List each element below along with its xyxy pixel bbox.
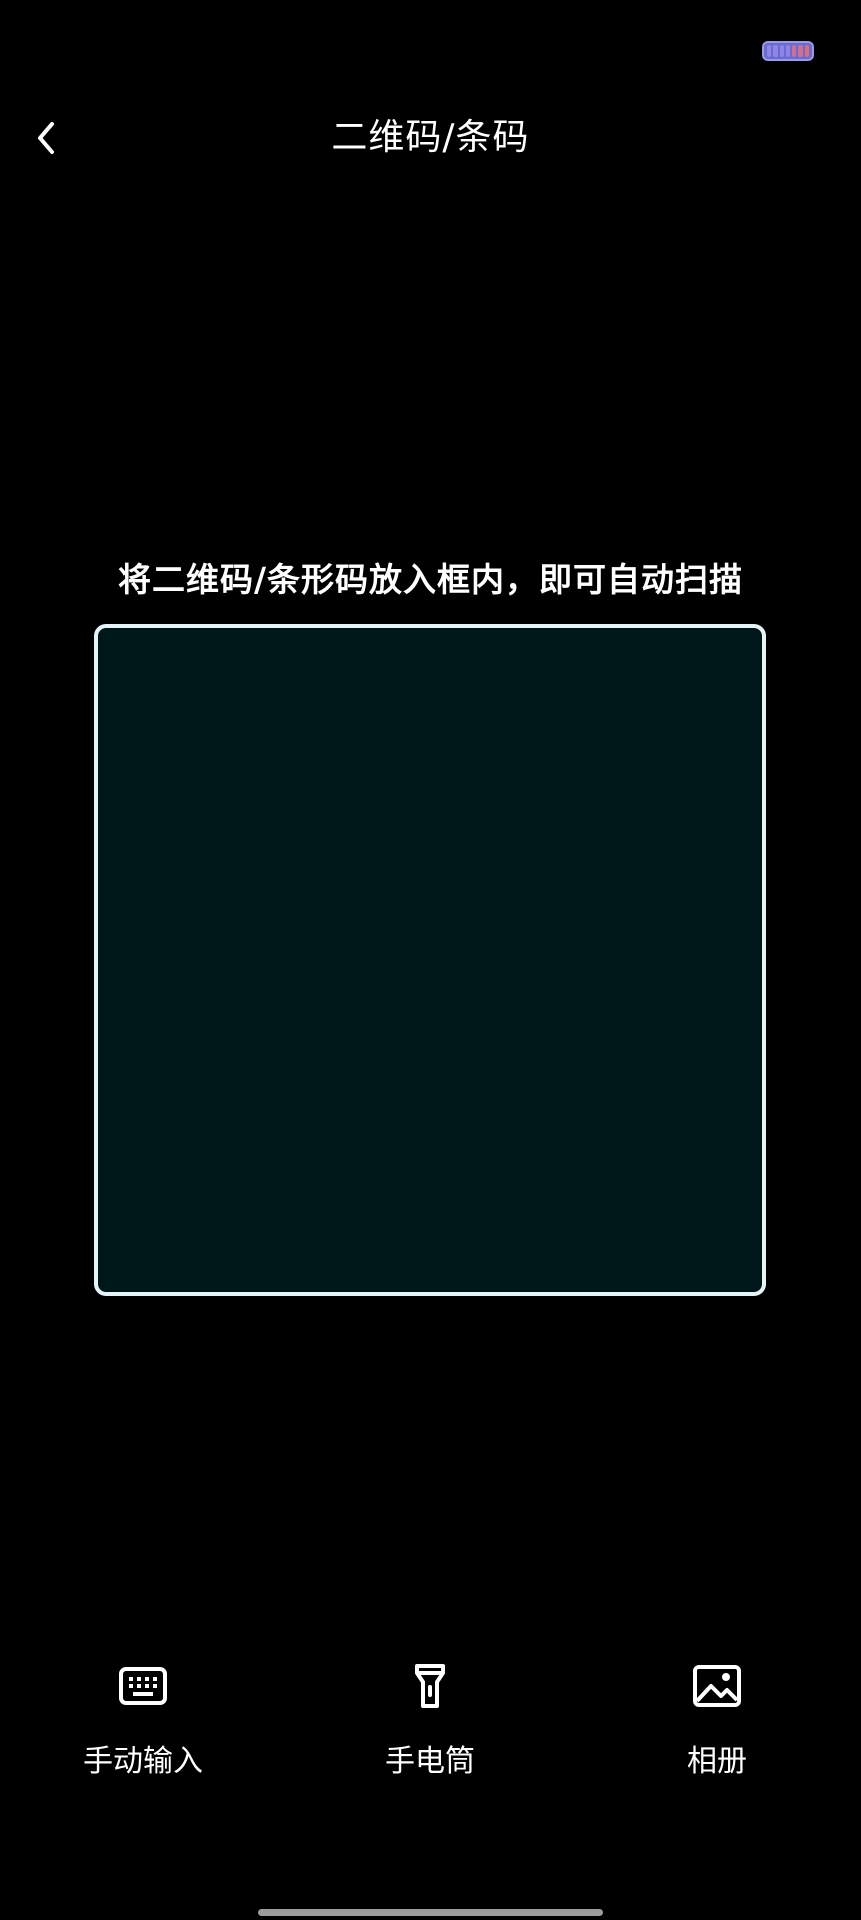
- scan-hint: 将二维码/条形码放入框内，即可自动扫描: [117, 560, 744, 599]
- album-button[interactable]: 相册: [597, 1640, 837, 1800]
- image-icon: [693, 1665, 741, 1707]
- flashlight-button[interactable]: 手电筒: [310, 1640, 550, 1800]
- keyboard-icon: [119, 1667, 167, 1705]
- scan-frame: [94, 624, 766, 1296]
- status-bar: [0, 0, 861, 100]
- nav-bar: 二维码/条码: [0, 100, 861, 176]
- flashlight-label: 手电筒: [385, 1744, 475, 1779]
- home-indicator[interactable]: [258, 1909, 603, 1916]
- page-title: 二维码/条码: [331, 117, 530, 158]
- bottom-toolbar: 手动输入 手电筒 相册: [0, 1640, 861, 1800]
- manual-input-button[interactable]: 手动输入: [23, 1640, 263, 1800]
- album-label: 相册: [687, 1744, 747, 1779]
- flashlight-icon: [415, 1664, 445, 1708]
- status-indicator-icon: [762, 41, 814, 61]
- manual-input-label: 手动输入: [83, 1744, 203, 1779]
